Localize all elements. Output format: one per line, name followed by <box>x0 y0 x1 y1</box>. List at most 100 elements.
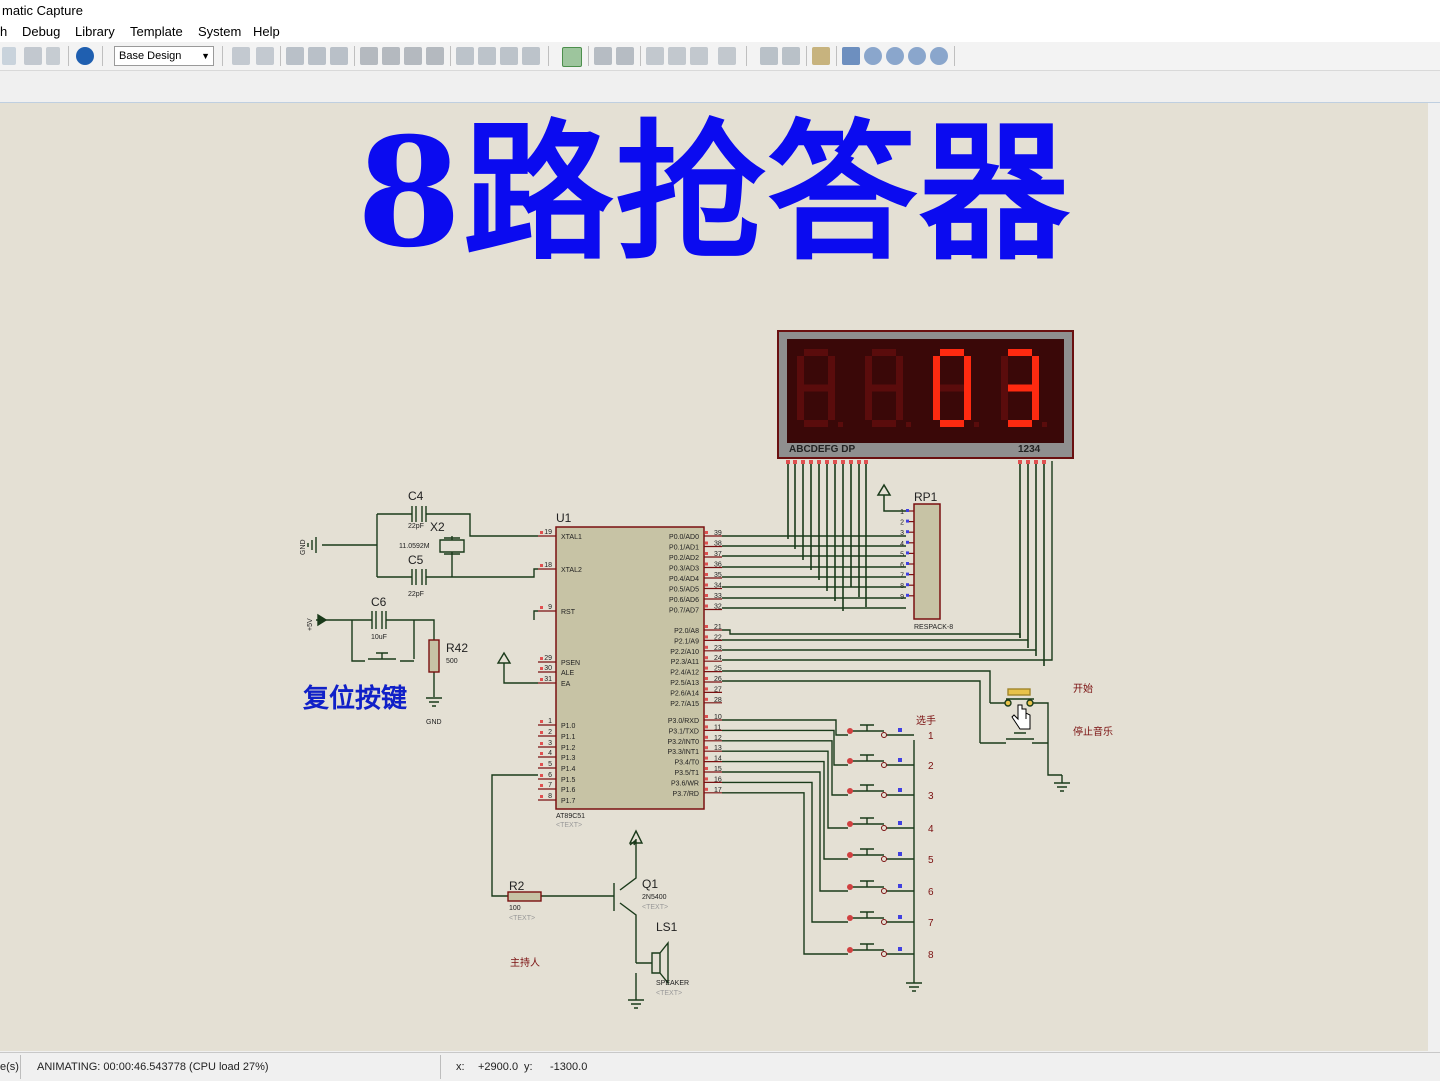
help-icon[interactable] <box>76 47 94 65</box>
svg-text:P3.1/TXD: P3.1/TXD <box>669 728 699 735</box>
grid-icon[interactable] <box>782 47 800 65</box>
pin-marker <box>1026 460 1030 464</box>
search-tag-icon[interactable] <box>594 47 612 65</box>
segment-g <box>872 384 896 392</box>
pick-device-icon[interactable] <box>456 47 474 65</box>
svg-text:18: 18 <box>544 562 552 569</box>
svg-text:16: 16 <box>714 776 722 783</box>
property-assign-icon[interactable] <box>616 47 634 65</box>
zoom-area-icon[interactable] <box>930 47 948 65</box>
svg-text:19: 19 <box>544 529 552 536</box>
report-icon[interactable] <box>718 47 736 65</box>
svg-text:P1.6: P1.6 <box>561 787 576 794</box>
svg-text:7: 7 <box>548 782 552 789</box>
zoom-in-icon[interactable] <box>864 47 882 65</box>
segment-a <box>1008 349 1032 356</box>
bom-icon[interactable] <box>46 47 60 65</box>
svg-text:P0.0/AD0: P0.0/AD0 <box>669 534 699 541</box>
segment-a <box>804 349 828 356</box>
title-bar: matic Capture <box>0 0 1440 22</box>
q1-value: 2N5400 <box>642 894 667 901</box>
gnd-label-reset: GND <box>426 719 442 726</box>
vertical-scrollbar[interactable] <box>1428 103 1440 1051</box>
menu-library[interactable]: Library <box>75 24 115 39</box>
svg-text:P1.7: P1.7 <box>561 798 576 805</box>
svg-text:8: 8 <box>548 793 552 800</box>
zoom-out-icon[interactable] <box>886 47 904 65</box>
block-move-icon[interactable] <box>382 47 400 65</box>
redo-icon[interactable] <box>256 47 274 65</box>
wire-autorouter-icon[interactable] <box>562 47 582 67</box>
schematic-canvas[interactable]: 8路抢答器 复位按键 ABCDEFG DP 1234 U1 AT89C51 <T… <box>0 103 1428 1051</box>
ls1-ref: LS1 <box>656 920 678 934</box>
menu-bar: h Debug Library Template System Help <box>0 22 1440 42</box>
undo-icon[interactable] <box>232 47 250 65</box>
svg-text:P2.2/A10: P2.2/A10 <box>670 649 699 656</box>
display-digit-labels: 1234 <box>1018 444 1041 455</box>
segment-dp <box>906 422 911 427</box>
packaging-tool-icon[interactable] <box>500 47 518 65</box>
segment-c <box>828 388 835 420</box>
player-number: 3 <box>928 791 934 802</box>
menu-graph[interactable]: h <box>0 24 7 39</box>
segment-b <box>828 356 835 388</box>
block-copy-icon[interactable] <box>360 47 378 65</box>
pin-marker <box>849 460 853 464</box>
segment-b <box>1032 356 1039 388</box>
svg-text:P0.7/AD7: P0.7/AD7 <box>669 608 699 615</box>
svg-text:25: 25 <box>714 666 722 673</box>
exit-to-parent-icon[interactable] <box>690 47 708 65</box>
segment-f <box>1001 356 1008 388</box>
origin-icon[interactable] <box>812 47 830 65</box>
svg-text:P2.3/A11: P2.3/A11 <box>671 659 699 666</box>
new-sheet-icon[interactable] <box>646 47 664 65</box>
menu-system[interactable]: System <box>198 24 241 39</box>
zoom-all-icon[interactable] <box>908 47 926 65</box>
svg-text:P1.0: P1.0 <box>561 723 576 730</box>
svg-text:36: 36 <box>714 562 722 569</box>
svg-text:24: 24 <box>714 655 722 662</box>
u1-microcontroller[interactable]: U1 AT89C51 <TEXT> 19XTAL118XTAL29RST29PS… <box>538 511 722 829</box>
netlist-icon[interactable] <box>24 47 42 65</box>
segment-dp <box>974 422 979 427</box>
segment-g <box>1008 384 1032 392</box>
refresh-icon[interactable] <box>760 47 778 65</box>
vcc-label: +5V <box>307 618 314 631</box>
paste-icon[interactable] <box>330 47 348 65</box>
seven-segment-display[interactable]: ABCDEFG DP 1234 <box>777 330 1074 459</box>
rp1-resistor-pack[interactable]: RP1 RESPACK-8 123456789 <box>876 483 953 631</box>
pin-marker <box>1034 460 1038 464</box>
copy-icon[interactable] <box>308 47 326 65</box>
status-bar: e(s) ANIMATING: 00:00:46.543778 (CPU loa… <box>0 1052 1440 1081</box>
decompose-icon[interactable] <box>522 47 540 65</box>
player-number: 8 <box>928 950 934 961</box>
make-device-icon[interactable] <box>478 47 496 65</box>
svg-text:P3.0/RXD: P3.0/RXD <box>668 718 699 725</box>
u1-value: AT89C51 <box>556 813 585 820</box>
svg-text:5: 5 <box>900 551 904 558</box>
status-y-value: -1300.0 <box>550 1061 588 1073</box>
pan-icon[interactable] <box>842 47 860 65</box>
design-variant-select[interactable]: Base Design ▼ <box>114 46 214 66</box>
svg-text:39: 39 <box>714 530 722 537</box>
svg-text:35: 35 <box>714 572 722 579</box>
svg-text:4: 4 <box>548 750 552 757</box>
stop-music-button[interactable] <box>1006 732 1070 792</box>
chevron-down-icon: ▼ <box>201 51 210 61</box>
segment-d <box>940 420 964 427</box>
svg-text:XTAL2: XTAL2 <box>561 567 582 574</box>
menu-debug[interactable]: Debug <box>22 24 60 39</box>
block-delete-icon[interactable] <box>426 47 444 65</box>
remove-sheet-icon[interactable] <box>668 47 686 65</box>
cut-icon[interactable] <box>286 47 304 65</box>
segment-a <box>872 349 896 356</box>
menu-template[interactable]: Template <box>130 24 183 39</box>
export-icon[interactable] <box>2 47 16 65</box>
menu-help[interactable]: Help <box>253 24 280 39</box>
r42-ref: R42 <box>446 641 468 655</box>
svg-text:P1.1: P1.1 <box>561 734 576 741</box>
block-rotate-icon[interactable] <box>404 47 422 65</box>
start-button[interactable] <box>980 688 1062 776</box>
svg-text:30: 30 <box>544 665 552 672</box>
players-label: 选手 <box>916 714 936 727</box>
